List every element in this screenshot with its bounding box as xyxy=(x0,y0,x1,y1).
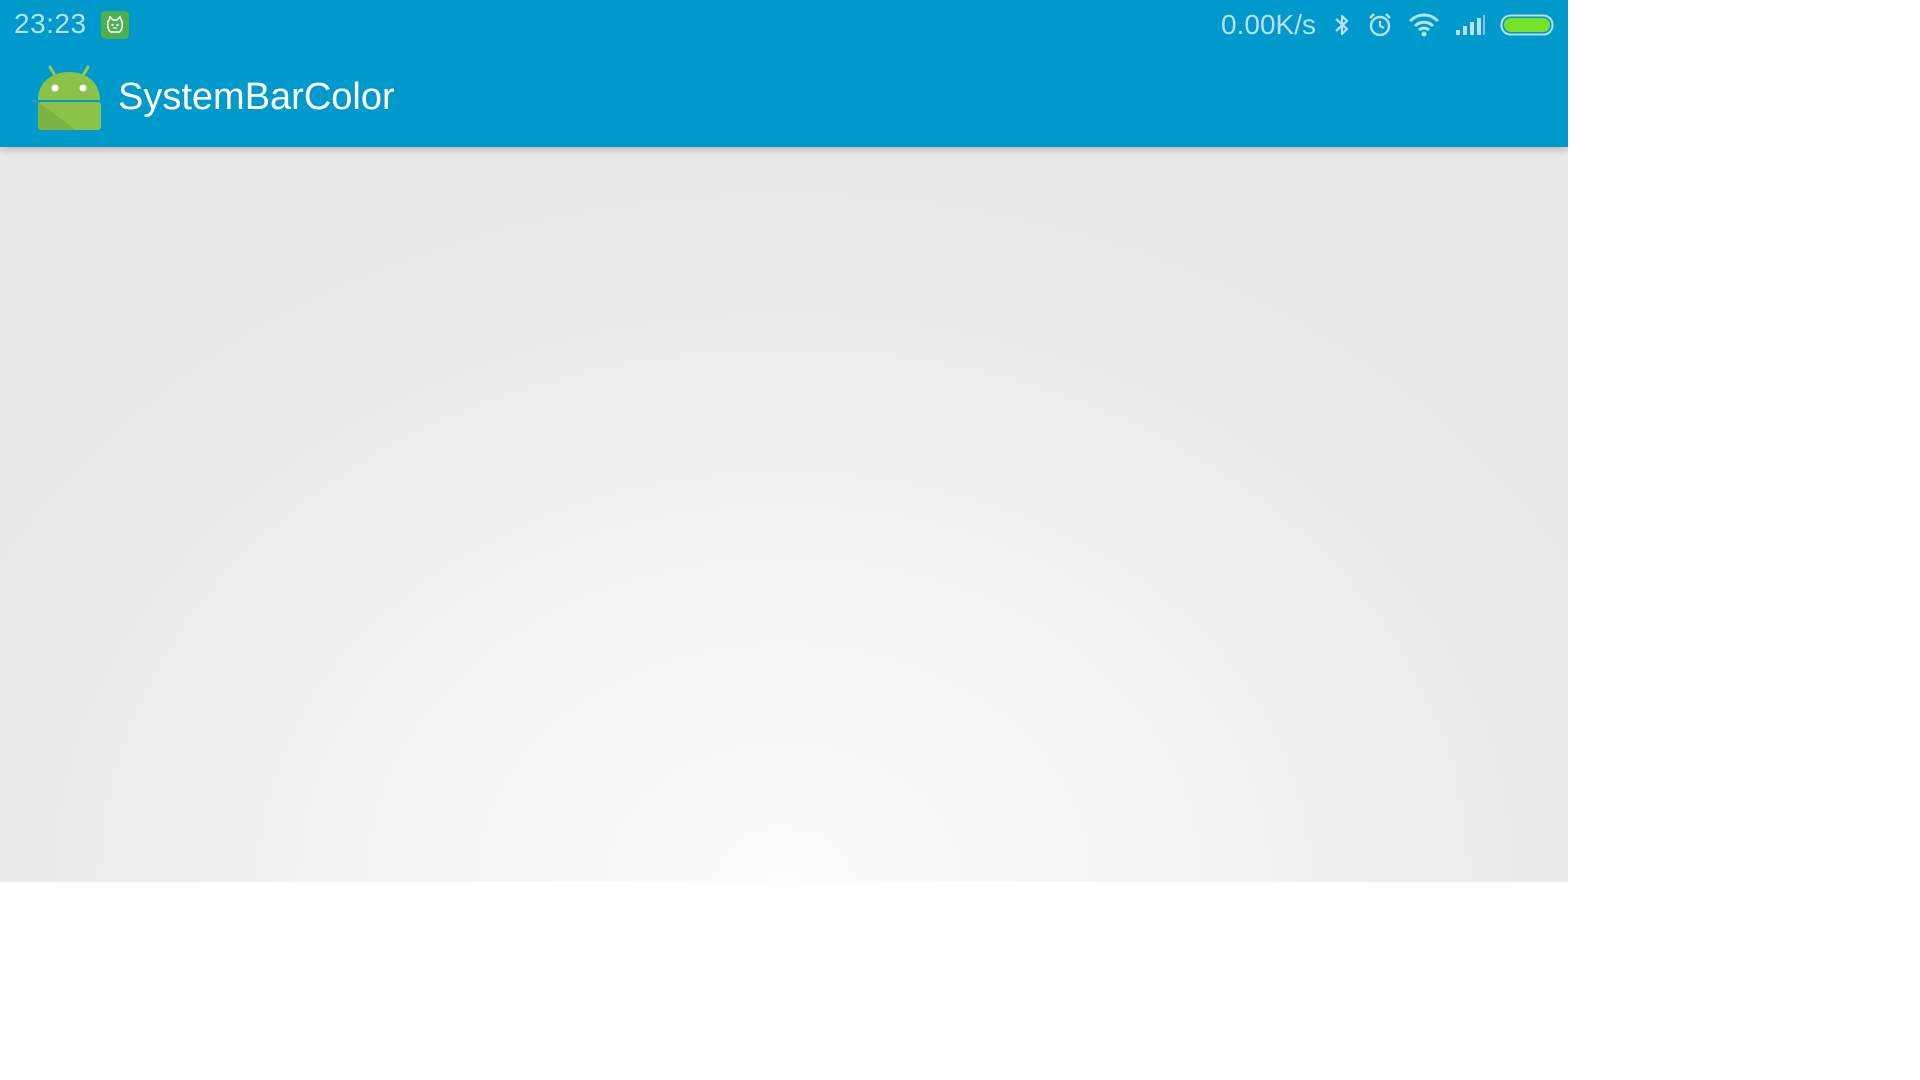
bluetooth-icon xyxy=(1332,11,1352,39)
status-time: 23:23 xyxy=(14,8,87,39)
alarm-icon xyxy=(1366,11,1394,39)
action-bar: SystemBarColor xyxy=(0,50,1568,147)
signal-icon xyxy=(1454,11,1486,39)
app-title: SystemBarColor xyxy=(118,76,395,118)
status-icons: 0.00K/s xyxy=(1221,0,1556,50)
wifi-icon xyxy=(1408,11,1440,39)
battery-icon xyxy=(1500,11,1556,39)
app-screen: 23:23 0.00K/s SystemBarColor xyxy=(0,0,1568,882)
android-icon[interactable] xyxy=(36,64,102,132)
top-bar: 23:23 0.00K/s SystemBarColor xyxy=(0,0,1568,147)
cat-notification-icon xyxy=(101,11,129,39)
network-speed: 0.00K/s xyxy=(1221,9,1316,40)
battery-fill xyxy=(1504,18,1550,32)
status-bar: 23:23 0.00K/s xyxy=(0,0,1568,50)
content-area xyxy=(0,147,1568,882)
